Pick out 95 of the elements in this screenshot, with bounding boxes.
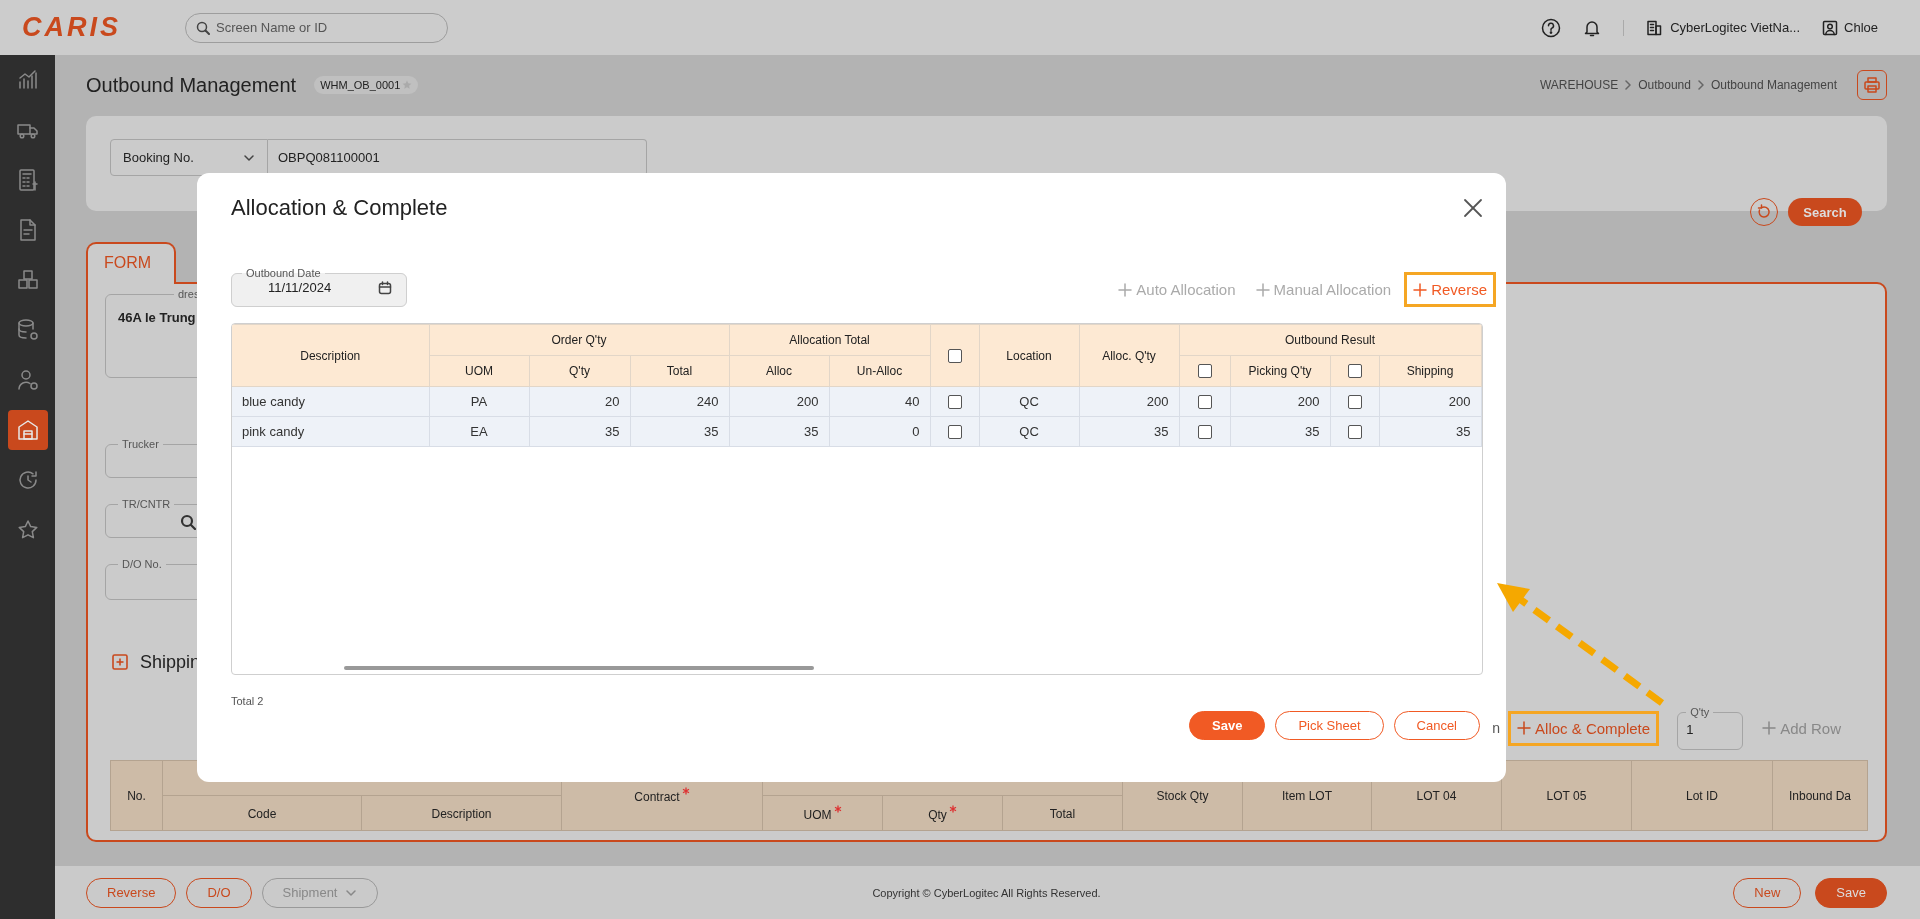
- table-cell: QC: [979, 386, 1080, 417]
- search-icon: [180, 514, 196, 530]
- table-cell: EA: [429, 416, 529, 447]
- column-header: Order Q'ty: [429, 324, 730, 356]
- select-value: Booking No.: [123, 150, 194, 165]
- table-cell: 0: [829, 416, 931, 447]
- checkbox[interactable]: [947, 395, 962, 410]
- checkbox[interactable]: [1347, 364, 1362, 379]
- table-cell: 40: [829, 386, 931, 417]
- column-header: Allocation Total: [729, 324, 931, 356]
- printer-icon: [1863, 76, 1881, 94]
- table-cell: PA: [429, 386, 529, 417]
- table-cell: 35: [729, 416, 830, 447]
- required-mark-icon: [681, 787, 690, 796]
- copyright-text: Copyright © CyberLogitec All Rights Reserved.: [872, 886, 1101, 899]
- expand-icon[interactable]: [112, 654, 128, 670]
- breadcrumb-item[interactable]: Outbound Management: [1710, 78, 1837, 92]
- calendar-icon: [378, 280, 392, 295]
- user-gear-icon: [15, 368, 40, 392]
- column-header: Total: [630, 355, 730, 387]
- plus-icon: [1255, 282, 1270, 297]
- bell-icon[interactable]: [1583, 18, 1602, 37]
- column-header[interactable]: Code: [162, 795, 362, 831]
- search-input[interactable]: Screen Name or ID: [214, 19, 437, 36]
- column-header[interactable]: UOM: [762, 795, 883, 831]
- search-button[interactable]: Search: [1788, 198, 1862, 226]
- required-mark-icon: [833, 804, 842, 813]
- checkbox[interactable]: [1197, 395, 1212, 410]
- column-header[interactable]: No.: [110, 760, 163, 831]
- table-cell: 35: [1230, 416, 1331, 447]
- table-cell: 200: [729, 386, 830, 417]
- column-header: UOM: [429, 355, 529, 387]
- column-header: Shipping: [1379, 355, 1482, 387]
- checkbox[interactable]: [1197, 425, 1212, 440]
- warehouse-icon: [15, 418, 40, 442]
- screen-id: WHM_OB_0001: [320, 79, 401, 91]
- scrollbar[interactable]: [344, 666, 814, 670]
- company-name[interactable]: CyberLogitec VietNa...: [1670, 20, 1801, 35]
- table-cell: 20: [529, 386, 630, 417]
- button[interactable]: Save: [1815, 877, 1887, 908]
- checkbox[interactable]: [947, 348, 962, 363]
- checkbox[interactable]: [1347, 425, 1362, 440]
- page-title: Outbound Management: [86, 73, 297, 97]
- database-gear-icon: [15, 318, 40, 342]
- plus-icon: [1517, 721, 1532, 735]
- required-mark-icon: [948, 804, 957, 813]
- column-header[interactable]: LOT 05: [1501, 760, 1632, 831]
- table-cell: 35: [529, 416, 630, 447]
- help-icon[interactable]: [1541, 17, 1562, 38]
- refresh-icon: [1756, 204, 1772, 220]
- table-cell: 240: [630, 386, 730, 417]
- search-icon: [196, 20, 210, 35]
- breadcrumb-item[interactable]: Outbound: [1638, 78, 1691, 92]
- button-label: n: [1492, 720, 1501, 736]
- column-header: Picking Q'ty: [1230, 355, 1331, 387]
- plus-icon: [1762, 721, 1777, 735]
- checkbox[interactable]: [947, 425, 962, 440]
- column-header[interactable]: Qty: [882, 795, 1003, 831]
- user-icon[interactable]: [1822, 19, 1839, 36]
- sidebar-item[interactable]: [7, 410, 48, 450]
- column-header: Alloc. Q'ty: [1079, 324, 1180, 387]
- chevron-icon: [1696, 80, 1705, 90]
- dialog-title: Allocation & Complete: [231, 195, 448, 221]
- breadcrumb-item[interactable]: WAREHOUSE: [1539, 78, 1619, 92]
- checkbox[interactable]: [1347, 395, 1362, 410]
- checkbox[interactable]: [1197, 364, 1212, 379]
- building-icon[interactable]: [1646, 19, 1663, 36]
- plus-icon: [1118, 282, 1133, 297]
- column-header: Alloc: [729, 355, 830, 387]
- table-cell: pink candy: [232, 416, 429, 447]
- table-cell: 35: [630, 416, 730, 447]
- quantity-field[interactable]: Q'ty 1: [1677, 706, 1744, 750]
- column-header[interactable]: Inbound Da: [1772, 760, 1868, 831]
- table-cell: blue candy: [232, 386, 429, 417]
- table-cell: 200: [1079, 386, 1180, 417]
- chevron-icon: [1624, 80, 1633, 90]
- column-header[interactable]: Description: [361, 795, 562, 831]
- column-header: Un-Alloc: [829, 355, 931, 387]
- column-header: Outbound Result: [1179, 324, 1482, 356]
- column-header[interactable]: Total: [1002, 795, 1123, 831]
- table-cell: 200: [1230, 386, 1331, 417]
- column-header: Description: [232, 324, 429, 387]
- table-cell: 35: [1079, 416, 1180, 447]
- boxes-icon: [15, 268, 40, 292]
- table-cell: QC: [979, 416, 1080, 447]
- close-icon[interactable]: [1463, 198, 1483, 218]
- table-cell: 200: [1379, 386, 1482, 417]
- table-cell: 35: [1379, 416, 1482, 447]
- column-header: Location: [979, 324, 1080, 387]
- column-header[interactable]: Lot ID: [1631, 760, 1773, 831]
- user-name[interactable]: Chloe: [1844, 20, 1878, 35]
- column-header: Q'ty: [529, 355, 630, 387]
- total-count: Total 2: [231, 695, 265, 707]
- plus-icon: [1413, 282, 1428, 297]
- date-field[interactable]: Outbound Date 11/11/2024: [231, 267, 407, 307]
